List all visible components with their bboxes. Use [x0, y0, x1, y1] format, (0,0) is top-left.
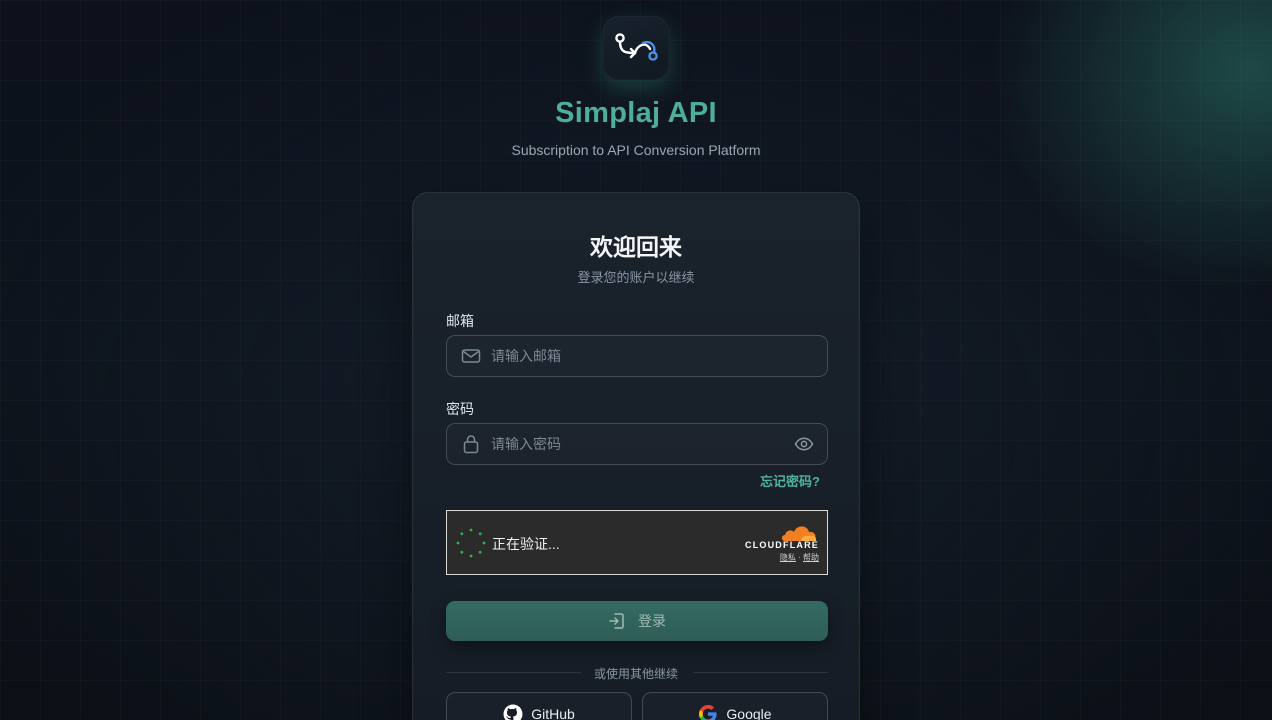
card-title: 欢迎回来 — [590, 234, 682, 260]
google-icon — [699, 705, 718, 720]
login-icon — [609, 613, 624, 629]
forgot-password-link[interactable]: 忘记密码? — [760, 471, 820, 490]
captcha-status: 正在验证... — [492, 536, 560, 552]
lock-icon — [461, 434, 481, 454]
captcha-separator: · — [798, 553, 801, 562]
google-button[interactable]: Google — [642, 692, 828, 720]
app-logo — [603, 16, 669, 80]
divider-line-right — [693, 672, 828, 673]
password-field[interactable] — [446, 423, 828, 465]
email-field[interactable] — [446, 335, 828, 377]
mail-icon — [461, 346, 481, 366]
github-button-label: GitHub — [531, 706, 575, 720]
cloudflare-wordmark: CLOUDFLARE — [745, 540, 819, 550]
captcha-links: 隐私 · 帮助 — [780, 552, 819, 563]
divider-text: 或使用其他继续 — [593, 667, 678, 681]
google-button-label: Google — [726, 706, 772, 720]
login-button[interactable]: 登录 — [446, 601, 828, 641]
captcha-privacy-link[interactable]: 隐私 — [780, 553, 796, 562]
password-label: 密码 — [446, 401, 474, 417]
password-input[interactable] — [481, 424, 793, 464]
login-button-label: 登录 — [638, 613, 666, 629]
github-button[interactable]: GitHub — [446, 692, 632, 720]
spinner-icon — [456, 528, 486, 558]
email-label: 邮箱 — [446, 313, 474, 329]
eye-icon[interactable] — [793, 433, 815, 455]
route-icon — [615, 33, 658, 61]
app-subtitle: Subscription to API Conversion Platform — [511, 142, 761, 158]
captcha-help-link[interactable]: 帮助 — [803, 553, 819, 562]
email-input[interactable] — [481, 336, 827, 376]
card-subtitle: 登录您的账户以继续 — [577, 270, 695, 285]
login-card: 欢迎回来 登录您的账户以继续 邮箱 密码 忘记密码? — [412, 192, 860, 720]
captcha-widget[interactable]: 正在验证... CLOUDFLARE 隐私 · 帮助 — [446, 510, 828, 575]
app-title: Simplaj API — [555, 97, 717, 129]
github-icon — [503, 704, 523, 720]
